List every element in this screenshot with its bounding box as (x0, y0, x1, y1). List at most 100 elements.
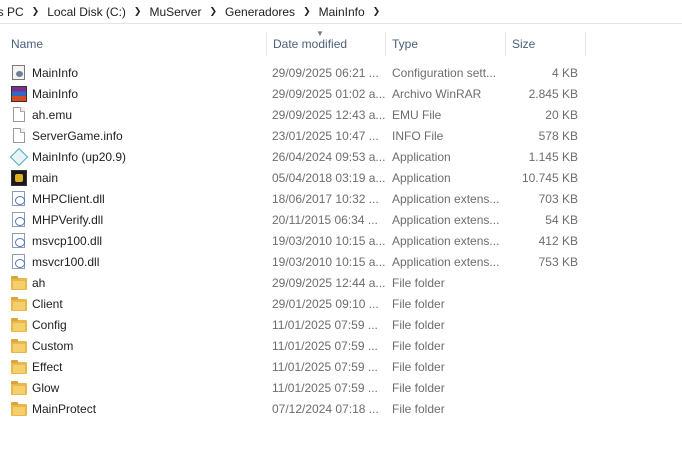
file-type: Application extens... (392, 233, 500, 248)
file-date-modified: 29/09/2025 12:43 a... (272, 107, 386, 122)
file-row[interactable]: MainProtect 07/12/2024 07:18 ... File fold… (0, 398, 578, 419)
file-name-cell[interactable]: MainInfo (0, 85, 267, 102)
dll-icon (12, 212, 25, 227)
file-size: 703 KB (538, 191, 578, 206)
file-row[interactable]: ah 29/09/2025 12:44 a... File folder (0, 272, 578, 293)
file-date-modified: 23/01/2025 10:47 ... (272, 128, 379, 143)
breadcrumb-item-maininfo[interactable]: MainInfo (314, 5, 370, 19)
file-name-cell[interactable]: MHPVerify.dll (0, 212, 267, 227)
file-date-modified: 11/01/2025 07:59 ... (272, 359, 378, 374)
file-name: MHPVerify.dll (32, 212, 104, 227)
file-name: MainInfo (32, 65, 79, 80)
file-name: Glow (32, 380, 60, 395)
breadcrumb-item-this-pc[interactable]: is PC (0, 5, 29, 19)
breadcrumb-item-generadores[interactable]: Generadores (220, 5, 300, 19)
file-row[interactable]: Effect 11/01/2025 07:59 ... File folder (0, 356, 578, 377)
file-name-cell[interactable]: ah.emu (0, 107, 267, 122)
file-type: File folder (392, 275, 445, 290)
file-name: ah.emu (32, 107, 73, 122)
file-row[interactable]: MainInfo (up20.9) 26/04/2024 09:53 a... Ap… (0, 146, 578, 167)
folder-icon (11, 338, 27, 353)
app-icon (9, 147, 29, 166)
dll-icon (12, 233, 25, 248)
file-name: main (32, 170, 59, 185)
breadcrumb-item-local-disk[interactable]: Local Disk (C:) (42, 5, 131, 19)
file-row[interactable]: MainInfo 29/09/2025 01:02 a... Archivo Win… (0, 83, 578, 104)
winrar-icon (11, 85, 27, 102)
breadcrumb-item-muserver[interactable]: MuServer (144, 5, 206, 19)
file-name: MainProtect (32, 401, 97, 416)
config-icon (12, 65, 25, 80)
file-date-modified: 26/04/2024 09:53 a... (272, 149, 386, 164)
column-header-date-modified[interactable]: ▼ Date modified (267, 29, 386, 56)
file-date-modified: 29/01/2025 09:10 ... (272, 296, 379, 311)
file-date-modified: 20/11/2015 06:34 ... (272, 212, 378, 227)
file-name-cell[interactable]: main (0, 169, 267, 186)
file-name: Client (32, 296, 63, 311)
chevron-right-icon[interactable]: ❯ (300, 6, 314, 17)
chevron-right-icon[interactable]: ❯ (29, 6, 43, 17)
file-row[interactable]: msvcp100.dll 19/03/2010 10:15 a... Applica… (0, 230, 578, 251)
file-date-modified: 11/01/2025 07:59 ... (272, 317, 378, 332)
file-type: INFO File (392, 128, 444, 143)
file-row[interactable]: MHPVerify.dll 20/11/2015 06:34 ... Applica… (0, 209, 578, 230)
file-name: MainInfo (32, 86, 79, 101)
file-name-cell[interactable]: MainProtect (0, 401, 267, 416)
folder-icon (11, 380, 27, 395)
file-type: EMU File (392, 107, 442, 122)
file-name-cell[interactable]: MainInfo (0, 65, 267, 80)
file-name-cell[interactable]: Effect (0, 359, 267, 374)
file-name-cell[interactable]: ServerGame.info (0, 128, 267, 143)
file-size: 412 KB (538, 233, 578, 248)
file-date-modified: 29/09/2025 06:21 ... (272, 65, 379, 80)
file-name: ah (32, 275, 46, 290)
file-type: Application extens... (392, 254, 500, 269)
file-name-cell[interactable]: Config (0, 317, 267, 332)
file-type: File folder (392, 338, 445, 353)
file-row[interactable]: MHPClient.dll 18/06/2017 10:32 ... Applica… (0, 188, 578, 209)
column-header-row: Name ▼ Date modified Type Size (0, 29, 586, 56)
file-row[interactable]: MainInfo 29/09/2025 06:21 ... Configuratio… (0, 62, 578, 83)
file-row[interactable]: ServerGame.info 23/01/2025 10:47 ... INFO … (0, 125, 578, 146)
file-name-cell[interactable]: Client (0, 296, 267, 311)
file-name: Effect (32, 359, 63, 374)
file-row[interactable]: Config 11/01/2025 07:59 ... File folder (0, 314, 578, 335)
file-size: 20 KB (545, 107, 578, 122)
chevron-right-icon[interactable]: ❯ (206, 6, 220, 17)
file-date-modified: 19/03/2010 10:15 a... (272, 233, 386, 248)
file-list: MainInfo 29/09/2025 06:21 ... Configuratio… (0, 62, 578, 419)
file-row[interactable]: ah.emu 29/09/2025 12:43 a... EMU File 20 KB (0, 104, 578, 125)
breadcrumb: is PC ❯ Local Disk (C:) ❯ MuServer ❯ Gen… (0, 0, 682, 24)
folder-icon (11, 359, 27, 374)
column-header-name[interactable]: Name (0, 32, 267, 56)
file-size: 54 KB (545, 212, 578, 227)
file-date-modified: 11/01/2025 07:59 ... (272, 338, 378, 353)
file-name-cell[interactable]: Custom (0, 338, 267, 353)
file-row[interactable]: Client 29/01/2025 09:10 ... File folder (0, 293, 578, 314)
column-header-type[interactable]: Type (386, 32, 506, 56)
file-name-cell[interactable]: MainInfo (up20.9) (0, 147, 267, 166)
file-date-modified: 07/12/2024 07:18 ... (272, 401, 379, 416)
file-type: Application (392, 170, 451, 185)
main-app-icon (11, 169, 27, 186)
file-name: ServerGame.info (32, 128, 123, 143)
file-name: Config (32, 317, 67, 332)
file-row[interactable]: main 05/04/2018 03:19 a... Application 10.7… (0, 167, 578, 188)
chevron-right-icon[interactable]: ❯ (131, 6, 145, 17)
file-name-cell[interactable]: MHPClient.dll (0, 191, 267, 206)
file-name-cell[interactable]: ah (0, 275, 267, 290)
file-name-cell[interactable]: msvcr100.dll (0, 254, 267, 269)
chevron-right-icon[interactable]: ❯ (370, 6, 384, 17)
file-row[interactable]: msvcr100.dll 19/03/2010 10:15 a... Applica… (0, 251, 578, 272)
file-row[interactable]: Custom 11/01/2025 07:59 ... File folder (0, 335, 578, 356)
file-name-cell[interactable]: Glow (0, 380, 267, 395)
file-size: 1.145 KB (528, 149, 578, 164)
dll-icon (12, 191, 25, 206)
file-row[interactable]: Glow 11/01/2025 07:59 ... File folder (0, 377, 578, 398)
file-size: 4 KB (551, 65, 578, 80)
folder-icon (11, 317, 27, 332)
file-name-cell[interactable]: msvcp100.dll (0, 233, 267, 248)
column-header-size[interactable]: Size (506, 32, 586, 56)
file-name: msvcr100.dll (32, 254, 100, 269)
file-type: File folder (392, 317, 445, 332)
